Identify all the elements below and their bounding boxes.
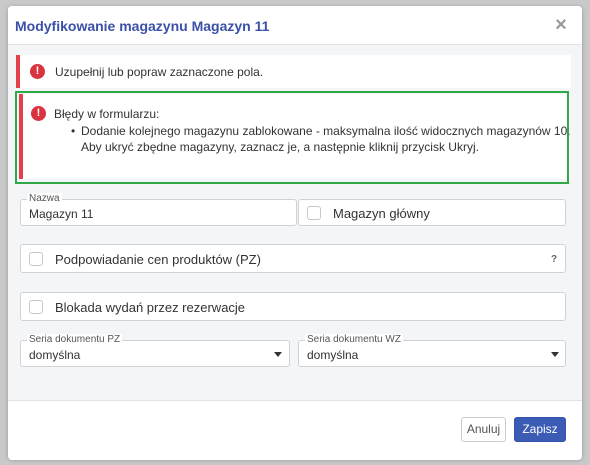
- exclamation-icon: !: [30, 64, 45, 79]
- validation-alert: ! Uzupełnij lub popraw zaznaczone pola.: [16, 55, 571, 88]
- validation-alert-text: Uzupełnij lub popraw zaznaczone pola.: [55, 65, 264, 79]
- main-warehouse-label: Magazyn główny: [333, 206, 430, 221]
- price-suggest-field[interactable]: Podpowiadanie cen produktów (PZ) ?: [20, 244, 566, 273]
- name-value: Magazyn 11: [29, 207, 94, 221]
- cancel-button[interactable]: Anuluj: [461, 417, 506, 442]
- main-warehouse-field[interactable]: Magazyn główny: [298, 199, 566, 226]
- name-field[interactable]: Nazwa Magazyn 11: [20, 193, 297, 226]
- series-pz-label: Seria dokumentu PZ: [27, 334, 123, 346]
- series-wz-select[interactable]: Seria dokumentu WZ domyślna: [298, 334, 566, 367]
- help-icon[interactable]: ?: [551, 254, 557, 265]
- series-wz-value: domyślna: [307, 348, 359, 362]
- modal-header: Modyfikowanie magazynu Magazyn 11 ×: [8, 6, 582, 45]
- price-suggest-label: Podpowiadanie cen produktów (PZ): [55, 252, 261, 267]
- highlight-box: [15, 91, 569, 184]
- save-button[interactable]: Zapisz: [514, 417, 566, 442]
- block-reservation-checkbox[interactable]: [29, 300, 43, 314]
- modal-footer: Anuluj Zapisz: [8, 400, 582, 460]
- series-pz-value: domyślna: [29, 348, 81, 362]
- close-icon[interactable]: ×: [553, 15, 569, 35]
- caret-down-icon: [551, 352, 559, 357]
- warehouse-modal: Modyfikowanie magazynu Magazyn 11 × ! Uz…: [8, 6, 582, 460]
- caret-down-icon: [274, 352, 282, 357]
- main-warehouse-checkbox[interactable]: [307, 206, 321, 220]
- series-pz-select[interactable]: Seria dokumentu PZ domyślna: [20, 334, 290, 367]
- block-reservation-field[interactable]: Blokada wydań przez rezerwacje: [20, 292, 566, 321]
- name-label: Nazwa: [27, 193, 62, 205]
- modal-title: Modyfikowanie magazynu Magazyn 11: [15, 18, 270, 34]
- block-reservation-label: Blokada wydań przez rezerwacje: [55, 300, 246, 315]
- series-wz-label: Seria dokumentu WZ: [305, 334, 403, 346]
- price-suggest-checkbox[interactable]: [29, 252, 43, 266]
